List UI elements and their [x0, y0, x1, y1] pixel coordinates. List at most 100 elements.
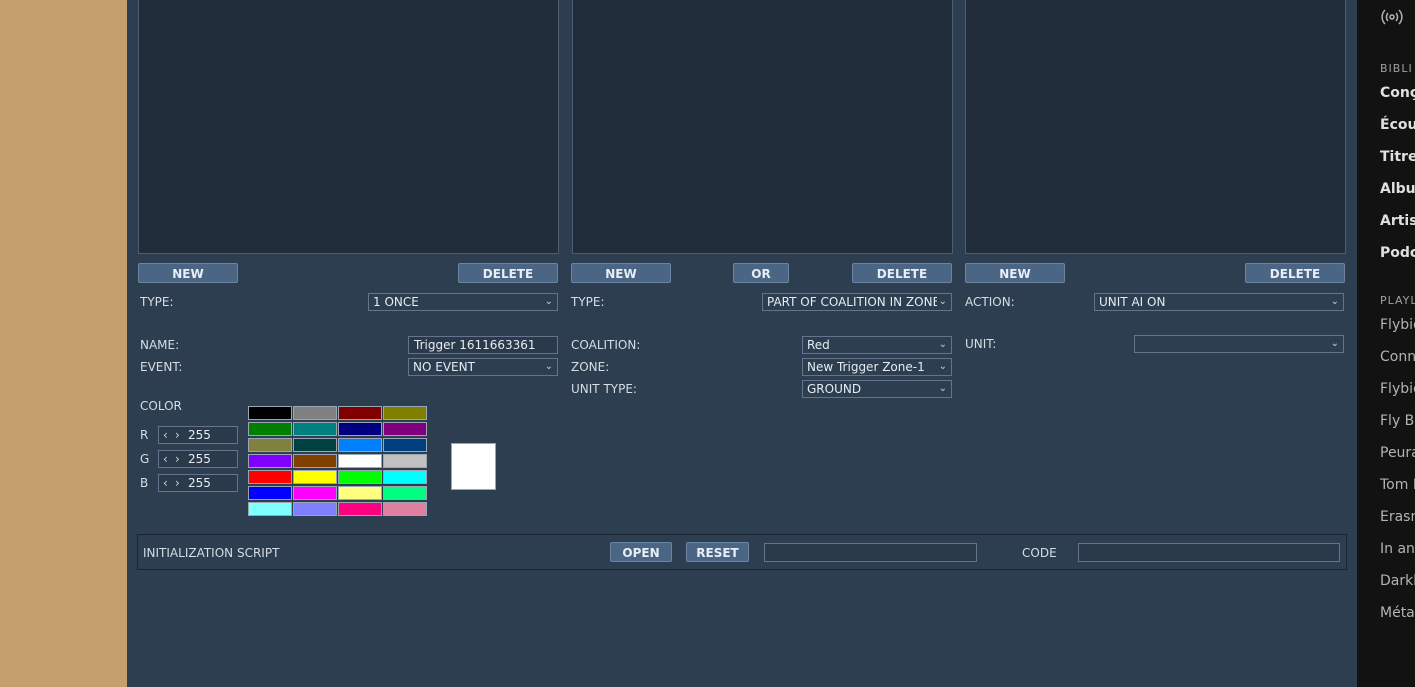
color-swatch[interactable] [293, 422, 337, 436]
color-swatch[interactable] [338, 454, 382, 468]
zone-dropdown[interactable]: New Trigger Zone-1 ⌄ [802, 358, 952, 376]
blue-spinner[interactable]: ‹ › 255 [158, 474, 238, 492]
color-swatch[interactable] [293, 502, 337, 516]
playlist-item[interactable]: Conn [1380, 349, 1415, 365]
actions-list[interactable] [965, 0, 1346, 254]
unit-type-dropdown[interactable]: GROUND ⌄ [802, 380, 952, 398]
library-header: BIBLI [1380, 62, 1413, 75]
color-swatch[interactable] [383, 486, 427, 500]
library-item[interactable]: Écou [1380, 117, 1415, 133]
color-swatch[interactable] [248, 470, 292, 484]
chevron-left-icon[interactable]: ‹ [163, 475, 168, 491]
trigger-name-label: NAME: [140, 338, 180, 352]
color-swatch[interactable] [338, 502, 382, 516]
red-spinner[interactable]: ‹ › 255 [158, 426, 238, 444]
playlist-item[interactable]: Tom K [1380, 477, 1415, 493]
color-swatch[interactable] [248, 422, 292, 436]
action-value: UNIT AI ON [1099, 295, 1166, 309]
color-label: COLOR [140, 399, 182, 413]
playlist-item[interactable]: Darkb [1380, 573, 1415, 589]
unit-type-value: GROUND [807, 382, 862, 396]
color-swatch[interactable] [248, 438, 292, 452]
library-item[interactable]: Titres [1380, 149, 1415, 165]
color-swatch[interactable] [338, 470, 382, 484]
color-swatch[interactable] [248, 406, 292, 420]
condition-new-button[interactable]: NEW [571, 263, 671, 283]
color-swatch[interactable] [293, 406, 337, 420]
color-swatch[interactable] [293, 486, 337, 500]
color-swatch[interactable] [248, 486, 292, 500]
red-label: R [140, 428, 149, 442]
broadcast-icon[interactable] [1380, 6, 1404, 28]
playlist-item[interactable]: Fly Bi [1380, 413, 1415, 429]
playlist-item[interactable]: Métal [1380, 605, 1415, 621]
action-new-button[interactable]: NEW [965, 263, 1065, 283]
action-dropdown[interactable]: UNIT AI ON ⌄ [1094, 293, 1344, 311]
trigger-delete-button[interactable]: DELETE [458, 263, 558, 283]
color-swatch[interactable] [338, 438, 382, 452]
coalition-dropdown[interactable]: Red ⌄ [802, 336, 952, 354]
color-swatch[interactable] [383, 502, 427, 516]
code-label: CODE [1022, 546, 1057, 560]
action-delete-button[interactable]: DELETE [1245, 263, 1345, 283]
reset-button[interactable]: RESET [686, 542, 749, 562]
condition-type-dropdown[interactable]: PART OF COALITION IN ZONE ⌄ [762, 293, 952, 311]
chevron-down-icon: ⌄ [938, 383, 947, 394]
chevron-down-icon: ⌄ [1330, 338, 1339, 349]
unit-dropdown[interactable]: ⌄ [1134, 335, 1344, 353]
chevron-right-icon[interactable]: › [175, 475, 180, 491]
red-value: 255 [188, 428, 211, 442]
playlist-item[interactable]: Erasn [1380, 509, 1415, 525]
playlist-item[interactable]: In anc [1380, 541, 1415, 557]
blue-label: B [140, 476, 149, 490]
chevron-right-icon[interactable]: › [175, 427, 180, 443]
color-swatch[interactable] [383, 422, 427, 436]
code-input[interactable] [1078, 543, 1340, 562]
chevron-left-icon[interactable]: ‹ [163, 451, 168, 467]
open-button[interactable]: OPEN [610, 542, 672, 562]
color-swatch[interactable] [338, 422, 382, 436]
condition-delete-button[interactable]: DELETE [852, 263, 952, 283]
color-swatch[interactable] [293, 438, 337, 452]
trigger-event-dropdown[interactable]: NO EVENT ⌄ [408, 358, 558, 376]
init-script-file-input[interactable] [764, 543, 977, 562]
playlist-item[interactable]: Flybie [1380, 317, 1415, 333]
coalition-value: Red [807, 338, 830, 352]
library-item[interactable]: Conç [1380, 85, 1415, 101]
color-swatch[interactable] [383, 454, 427, 468]
color-swatch[interactable] [383, 470, 427, 484]
library-item[interactable]: Albu [1380, 181, 1415, 197]
zone-value: New Trigger Zone-1 [807, 360, 925, 374]
condition-or-button[interactable]: OR [733, 263, 789, 283]
trigger-new-button[interactable]: NEW [138, 263, 238, 283]
conditions-list[interactable] [572, 0, 953, 254]
chevron-down-icon: ⌄ [544, 361, 553, 372]
trigger-name-input[interactable]: Trigger 1611663361 [408, 336, 558, 354]
playlist-item[interactable]: Peura [1380, 445, 1415, 461]
color-swatch[interactable] [248, 502, 292, 516]
green-spinner[interactable]: ‹ › 255 [158, 450, 238, 468]
color-swatch[interactable] [383, 406, 427, 420]
init-script-label: INITIALIZATION SCRIPT [143, 546, 280, 560]
condition-type-label: TYPE: [571, 295, 605, 309]
playlist-item[interactable]: Flybie [1380, 381, 1415, 397]
color-swatch[interactable] [338, 486, 382, 500]
chevron-down-icon: ⌄ [936, 294, 947, 310]
color-swatch[interactable] [293, 470, 337, 484]
color-swatch[interactable] [293, 454, 337, 468]
triggers-list[interactable] [138, 0, 559, 254]
library-item[interactable]: Artist [1380, 213, 1415, 229]
trigger-type-dropdown[interactable]: 1 ONCE ⌄ [368, 293, 558, 311]
library-item[interactable]: Podc [1380, 245, 1415, 261]
color-swatch[interactable] [248, 454, 292, 468]
chevron-down-icon: ⌄ [938, 339, 947, 350]
playlists-header: PLAYL [1380, 294, 1415, 307]
music-sidebar: BIBLI Conç Écou Titres Albu Artist Podc PLAYL… [1357, 0, 1415, 687]
chevron-right-icon[interactable]: › [175, 451, 180, 467]
blue-value: 255 [188, 476, 211, 490]
chevron-left-icon[interactable]: ‹ [163, 427, 168, 443]
desktop-background [0, 0, 127, 687]
color-swatch[interactable] [383, 438, 427, 452]
color-swatch[interactable] [338, 406, 382, 420]
chevron-down-icon: ⌄ [1330, 296, 1339, 307]
